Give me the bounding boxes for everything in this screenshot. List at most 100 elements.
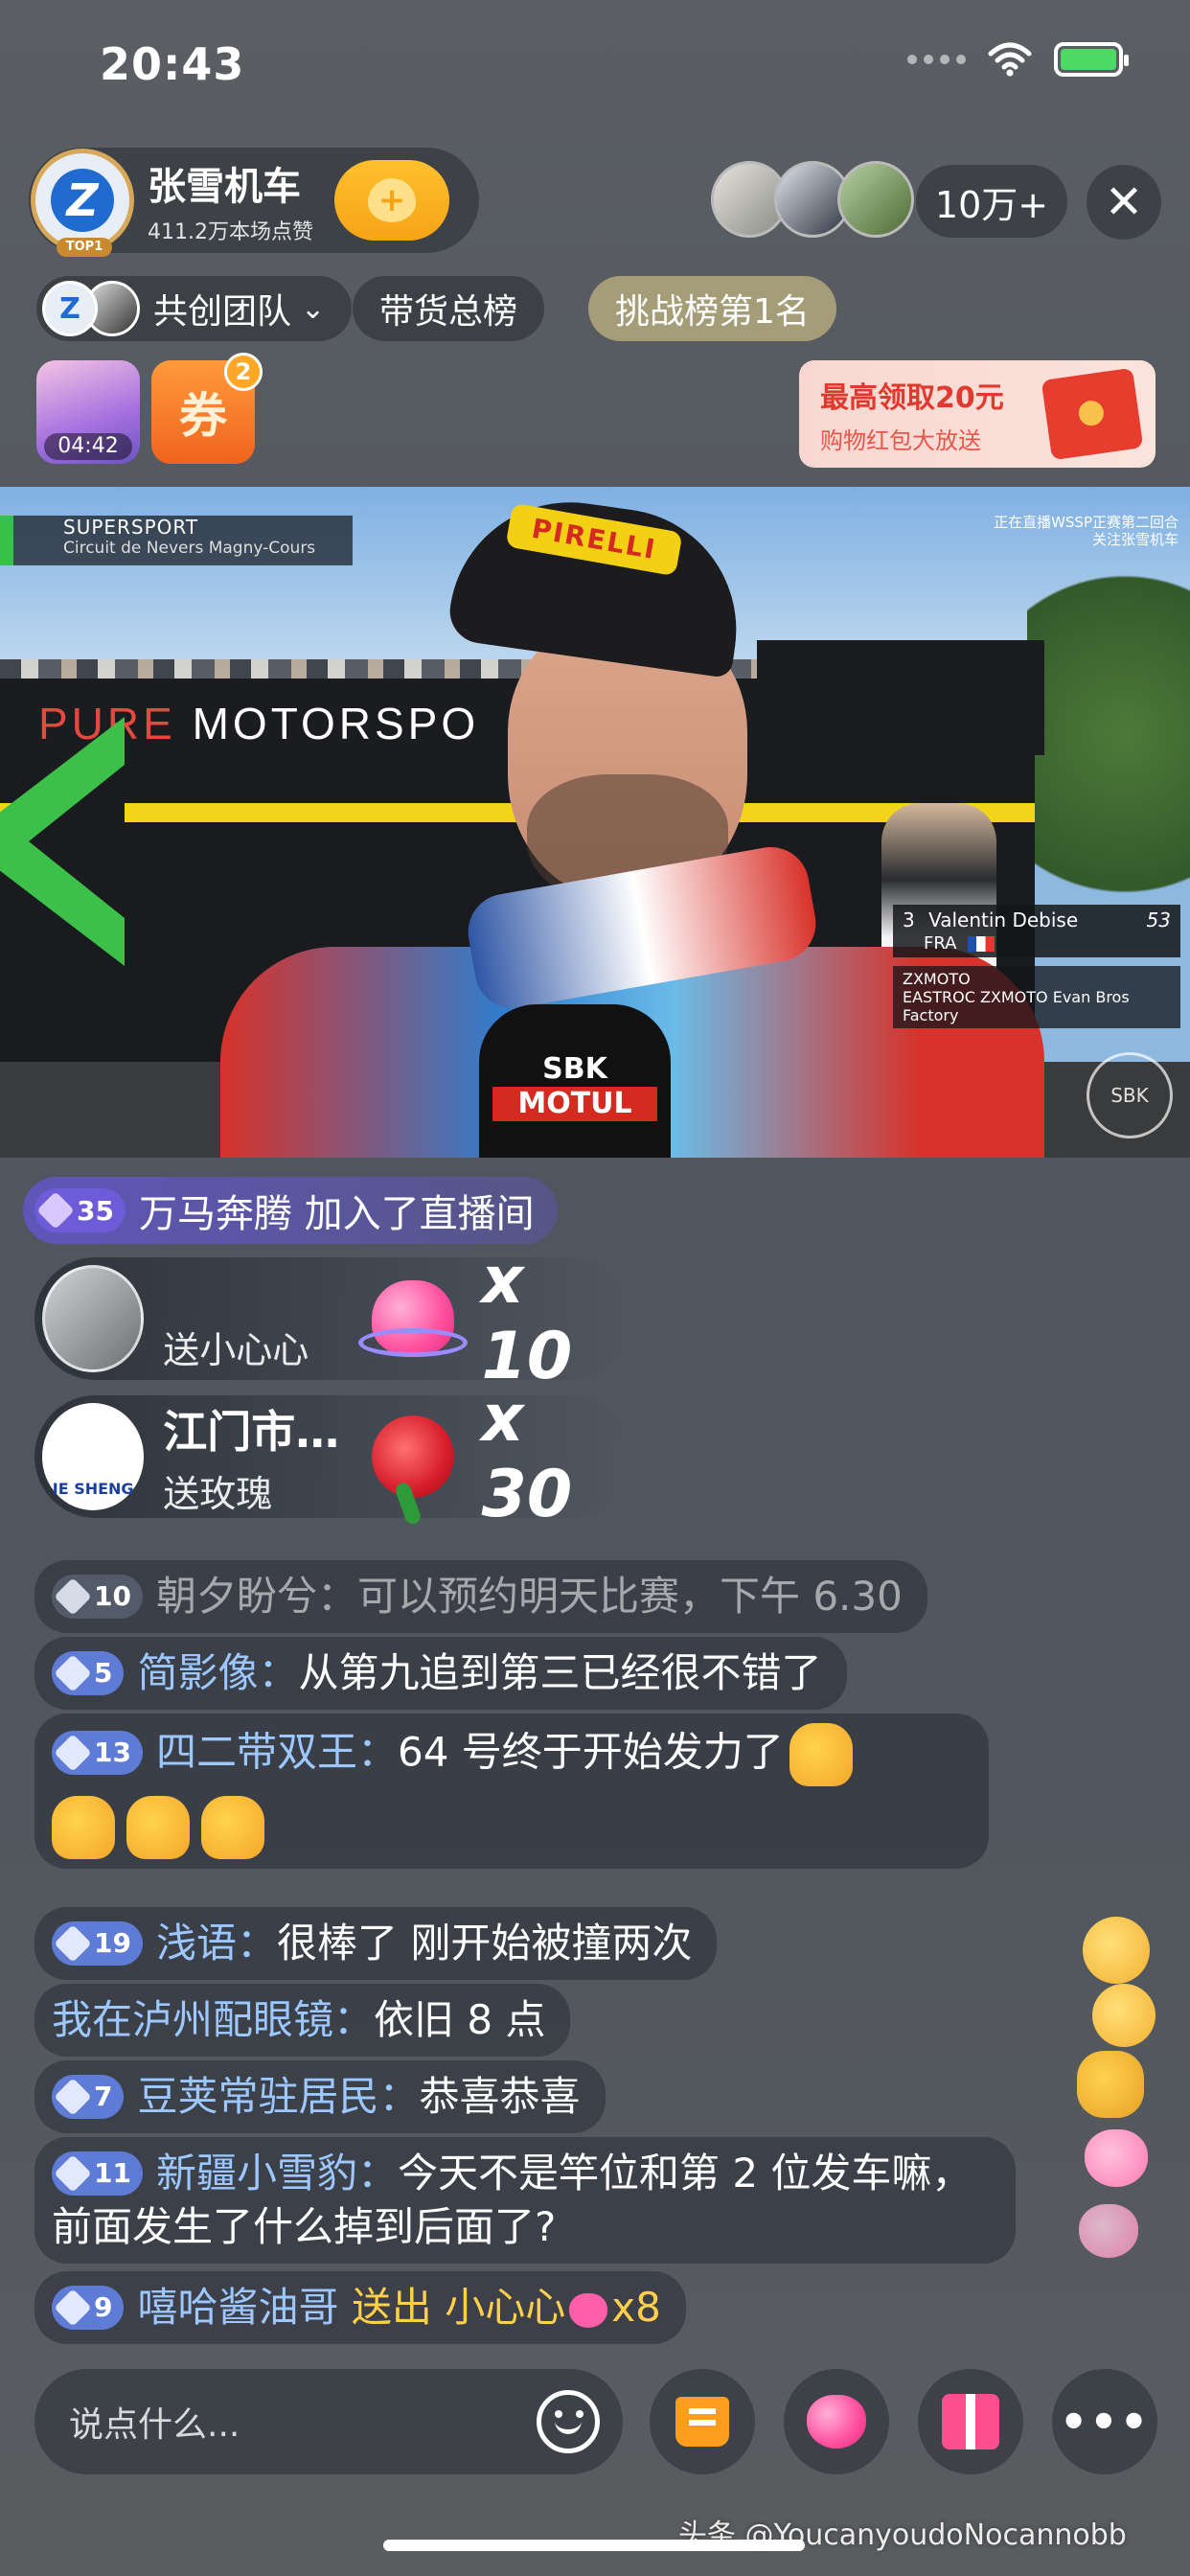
stream-overlay-text: 正在直播WSSP正赛第二回合 关注张雪机车 bbox=[994, 514, 1179, 548]
mic-logo: SBK MOTUL bbox=[492, 1052, 657, 1129]
heart-plus-icon: + bbox=[367, 178, 416, 222]
coupon-tile[interactable]: 券 2 bbox=[151, 353, 263, 464]
red-envelope-title: 最高领取20元 bbox=[820, 380, 1004, 415]
team-label: 共创团队 bbox=[153, 292, 292, 332]
home-indicator[interactable] bbox=[383, 2540, 805, 2551]
host-likes: 411.2万本场点赞 bbox=[148, 220, 313, 244]
chat-message[interactable]: 5 简影像：从第九追到第三已经很不错了 bbox=[34, 1637, 847, 1710]
rider-name-overlay: 3 Valentin Debise 53 FRA bbox=[893, 905, 1180, 957]
more-button[interactable]: ••• bbox=[1052, 2369, 1157, 2474]
gifter-avatar[interactable]: IE SHENG bbox=[42, 1403, 145, 1510]
diamond-icon bbox=[54, 1654, 92, 1692]
chat-message[interactable]: 9 嘻哈酱油哥 送出 小心心 x8 bbox=[34, 2271, 686, 2344]
thumbs-up-icon bbox=[52, 1796, 115, 1859]
chat-username: 简影像： bbox=[137, 1649, 299, 1696]
comment-placeholder: 说点什么... bbox=[69, 2405, 240, 2445]
event-timer: 04:42 bbox=[44, 433, 132, 460]
chat-message[interactable]: 7 豆荚常驻居民：恭喜恭喜 bbox=[34, 2060, 606, 2133]
chat-username: 四二带双王： bbox=[155, 1728, 398, 1776]
butterfly-event-tile[interactable]: 04:42 bbox=[36, 360, 140, 464]
join-notice: 35 万马奔腾 加入了直播间 bbox=[23, 1177, 558, 1244]
chat-message[interactable]: 我在泸州配眼镜：依旧 8 点 bbox=[34, 1984, 571, 2057]
heart-gift-icon bbox=[357, 1266, 468, 1371]
chat-username: 嘻哈酱油哥 bbox=[137, 2284, 339, 2331]
gift-row[interactable]: 送小心心 x 10 bbox=[34, 1243, 629, 1394]
chat-text: 可以预约明天比赛，下午 6.30 bbox=[356, 1573, 903, 1620]
rider: PIRELLI SBK MOTUL bbox=[220, 487, 1044, 1158]
emoji-icon[interactable] bbox=[537, 2390, 600, 2453]
heart-icon bbox=[1079, 2204, 1138, 2258]
heart-icon bbox=[807, 2395, 866, 2449]
sales-rank-tag[interactable]: 带货总榜 bbox=[353, 276, 545, 341]
viewer-avatar[interactable] bbox=[837, 161, 914, 238]
host-card[interactable]: Z TOP1 张雪机车 411.2万本场点赞 + bbox=[29, 148, 479, 257]
user-level-badge: 9 bbox=[52, 2286, 125, 2330]
sbk-corner-logo: SBK bbox=[1087, 1052, 1173, 1138]
chat-text: 依旧 8 点 bbox=[374, 1996, 546, 2043]
close-button[interactable]: ✕ bbox=[1087, 165, 1161, 240]
status-time: 20:43 bbox=[100, 38, 245, 90]
chat-message[interactable]: 19 浅语：很棒了 刚开始被撞两次 bbox=[34, 1907, 718, 1980]
red-envelope-icon bbox=[1041, 367, 1144, 461]
battery-icon bbox=[1054, 42, 1129, 77]
top-viewers[interactable] bbox=[711, 161, 914, 238]
status-icons bbox=[907, 42, 1129, 77]
thumbs-up-icon bbox=[126, 1796, 190, 1859]
gifter-avatar[interactable] bbox=[42, 1265, 145, 1372]
chevron-down-icon: ⌄ bbox=[301, 291, 326, 326]
chat-text: 很棒了 刚开始被撞两次 bbox=[276, 1920, 693, 1966]
follow-button[interactable]: + bbox=[333, 160, 449, 241]
gift-count: x8 bbox=[611, 2284, 661, 2331]
chat-username: 新疆小雪豹： bbox=[155, 2150, 398, 2196]
host-name: 张雪机车 bbox=[148, 165, 301, 209]
user-level-badge: 35 bbox=[34, 1188, 126, 1232]
heart-icon bbox=[569, 2292, 608, 2328]
series-overlay: SUPERSPORT Circuit de Nevers Magny-Cours bbox=[0, 516, 353, 565]
gift-multiplier: x 30 bbox=[481, 1381, 573, 1532]
gifter-name: 江门市… bbox=[163, 1405, 340, 1458]
more-icon: ••• bbox=[1059, 2396, 1151, 2448]
thumbs-up-icon bbox=[789, 1723, 853, 1786]
chat-text: 从第九追到第三已经很不错了 bbox=[298, 1649, 822, 1696]
red-envelope-banner[interactable]: 最高领取20元 购物红包大放送 bbox=[799, 360, 1156, 468]
comment-input[interactable]: 说点什么... bbox=[34, 2369, 623, 2474]
host-avatar[interactable]: Z TOP1 bbox=[31, 149, 134, 257]
diamond-icon bbox=[54, 1577, 92, 1616]
diamond-icon bbox=[54, 2154, 92, 2193]
chat-text: 恭喜恭喜 bbox=[419, 2073, 581, 2120]
flag-fra-icon bbox=[968, 936, 995, 952]
wifi-icon bbox=[988, 42, 1032, 77]
viewer-count[interactable]: 10万+ bbox=[916, 165, 1067, 238]
shop-button[interactable] bbox=[650, 2369, 755, 2474]
top1-badge: TOP1 bbox=[57, 238, 112, 257]
user-level-badge: 13 bbox=[52, 1730, 143, 1775]
user-level-badge: 19 bbox=[52, 1921, 143, 1966]
coupon-badge: 2 bbox=[224, 353, 263, 391]
team-tag[interactable]: Z 共创团队 ⌄ bbox=[36, 276, 353, 341]
chat-username: 我在泸州配眼镜： bbox=[52, 1996, 375, 2043]
gift-button[interactable] bbox=[918, 2369, 1023, 2474]
gift-row[interactable]: IE SHENG 江门市… 送玫瑰 x 30 bbox=[34, 1381, 629, 1532]
diamond-icon bbox=[54, 1924, 92, 1963]
chat-message[interactable]: 11 新疆小雪豹：今天不是竿位和第 2 位发车嘛，前面发生了什么掉到后面了? bbox=[34, 2137, 1016, 2264]
diamond-icon bbox=[54, 2078, 92, 2116]
diamond-icon bbox=[54, 2288, 92, 2327]
user-level-badge: 10 bbox=[52, 1575, 143, 1619]
laughing-emoji-icon bbox=[1083, 1917, 1150, 1984]
like-button[interactable] bbox=[784, 2369, 889, 2474]
chat-message[interactable]: 13 四二带双王：64 号终于开始发力了 bbox=[34, 1714, 989, 1869]
chat-message[interactable]: 10 朝夕盼兮：可以预约明天比赛，下午 6.30 bbox=[34, 1560, 927, 1633]
signal-icon bbox=[907, 55, 966, 64]
coupon-icon: 券 bbox=[179, 388, 227, 444]
user-level-badge: 11 bbox=[52, 2151, 143, 2196]
gifter-name bbox=[163, 1265, 362, 1317]
gift-action: 送出 小心心 bbox=[351, 2284, 566, 2331]
challenge-rank-tag[interactable]: 挑战榜第1名 bbox=[588, 276, 836, 341]
live-video[interactable]: PURE MOTORSPO PIRELLI SBK MOTUL SUPERSPO… bbox=[0, 487, 1190, 1158]
chat-username: 朝夕盼兮： bbox=[155, 1573, 357, 1620]
gift-multiplier: x 10 bbox=[481, 1243, 573, 1394]
chat-text: 64 号终于开始发力了 bbox=[397, 1728, 784, 1776]
close-icon: ✕ bbox=[1104, 175, 1144, 229]
chat-username: 浅语： bbox=[155, 1920, 277, 1966]
gift-action: 送小心心 bbox=[163, 1328, 309, 1371]
